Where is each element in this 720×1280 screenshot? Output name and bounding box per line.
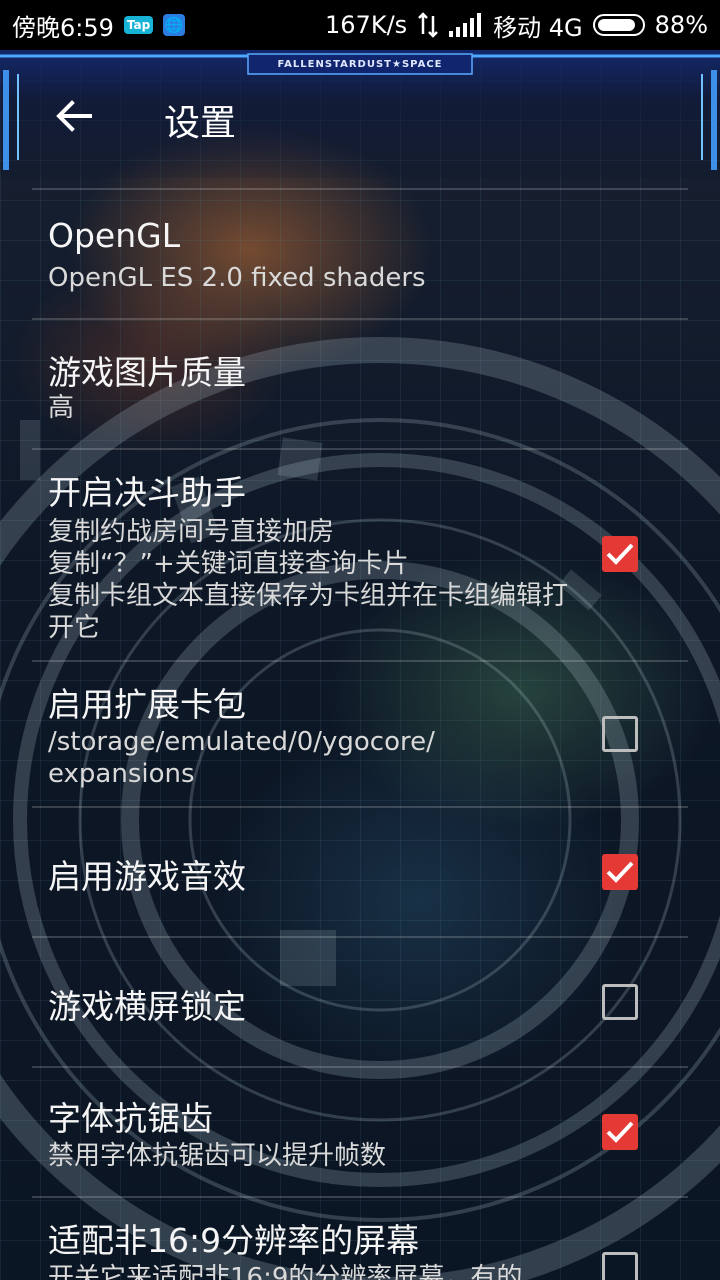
setting-image-quality[interactable]: 游戏图片质量 高: [0, 320, 720, 448]
expansion-packs-checkbox[interactable]: [602, 716, 638, 752]
back-button[interactable]: [46, 88, 102, 144]
setting-font-antialiasing[interactable]: 字体抗锯齿 禁用字体抗锯齿可以提升帧数: [0, 1068, 720, 1196]
arrow-left-icon: [56, 100, 92, 132]
non-16-9-screen-checkbox[interactable]: [602, 1252, 638, 1280]
tap-app-icon: Tap: [123, 16, 154, 34]
carrier-label: 移动 4G: [493, 13, 583, 42]
setting-non-16-9-screen[interactable]: 适配非16:9分辨率的屏幕 开关它来适配非16:9的分辨率屏幕，有的: [0, 1198, 720, 1280]
check-icon: [606, 543, 634, 565]
globe-icon: 🌐: [163, 14, 186, 36]
data-transfer-icon: [418, 12, 439, 38]
setting-title: 启用扩展卡包: [48, 685, 246, 724]
status-bar: 傍晚6:59 Tap 🌐 167K/s 移动 4G 88%: [0, 0, 720, 50]
setting-opengl[interactable]: OpenGL OpenGL ES 2.0 fixed shaders: [0, 190, 720, 318]
setting-title: 游戏横屏锁定: [48, 987, 246, 1026]
page-title: 设置: [164, 103, 237, 144]
app-bar: FALLENSTARDUST★SPACE 设置: [0, 50, 720, 178]
check-icon: [606, 1121, 634, 1143]
font-antialiasing-checkbox[interactable]: [602, 1114, 638, 1150]
setting-title: OpenGL: [48, 216, 181, 255]
setting-title: 适配非16:9分辨率的屏幕: [48, 1221, 420, 1260]
network-speed: 167K/s: [325, 11, 408, 39]
landscape-lock-checkbox[interactable]: [602, 984, 638, 1020]
sound-effects-checkbox[interactable]: [602, 854, 638, 890]
setting-duel-assistant[interactable]: 开启决斗助手 复制约战房间号直接加房 复制“？”+关键词直接查询卡片 复制卡组文…: [0, 450, 720, 660]
setting-summary: 复制约战房间号直接加房 复制“？”+关键词直接查询卡片 复制卡组文本直接保存为卡…: [48, 517, 569, 643]
setting-sound-effects[interactable]: 启用游戏音效: [0, 808, 720, 936]
status-time: 傍晚6:59: [12, 13, 114, 42]
setting-summary: /storage/emulated/0/ygocore/ expansions: [48, 727, 435, 789]
setting-summary: 禁用字体抗锯齿可以提升帧数: [48, 1141, 387, 1171]
signal-icon: [449, 13, 482, 37]
setting-summary: OpenGL ES 2.0 fixed shaders: [48, 263, 426, 293]
setting-title: 游戏图片质量: [48, 353, 246, 392]
setting-summary: 高: [48, 393, 75, 423]
setting-title: 启用游戏音效: [48, 857, 246, 896]
setting-title: 开启决斗助手: [48, 473, 246, 512]
setting-title: 字体抗锯齿: [48, 1099, 213, 1138]
banner-label: FALLENSTARDUST★SPACE: [277, 59, 443, 70]
setting-landscape-lock[interactable]: 游戏横屏锁定: [0, 938, 720, 1066]
check-icon: [606, 861, 634, 883]
setting-expansion-packs[interactable]: 启用扩展卡包 /storage/emulated/0/ygocore/ expa…: [0, 662, 720, 806]
battery-icon: [592, 14, 645, 36]
setting-summary: 开关它来适配非16:9的分辨率屏幕，有的: [48, 1263, 523, 1280]
duel-assistant-checkbox[interactable]: [602, 536, 638, 572]
battery-percent: 88%: [654, 11, 708, 39]
